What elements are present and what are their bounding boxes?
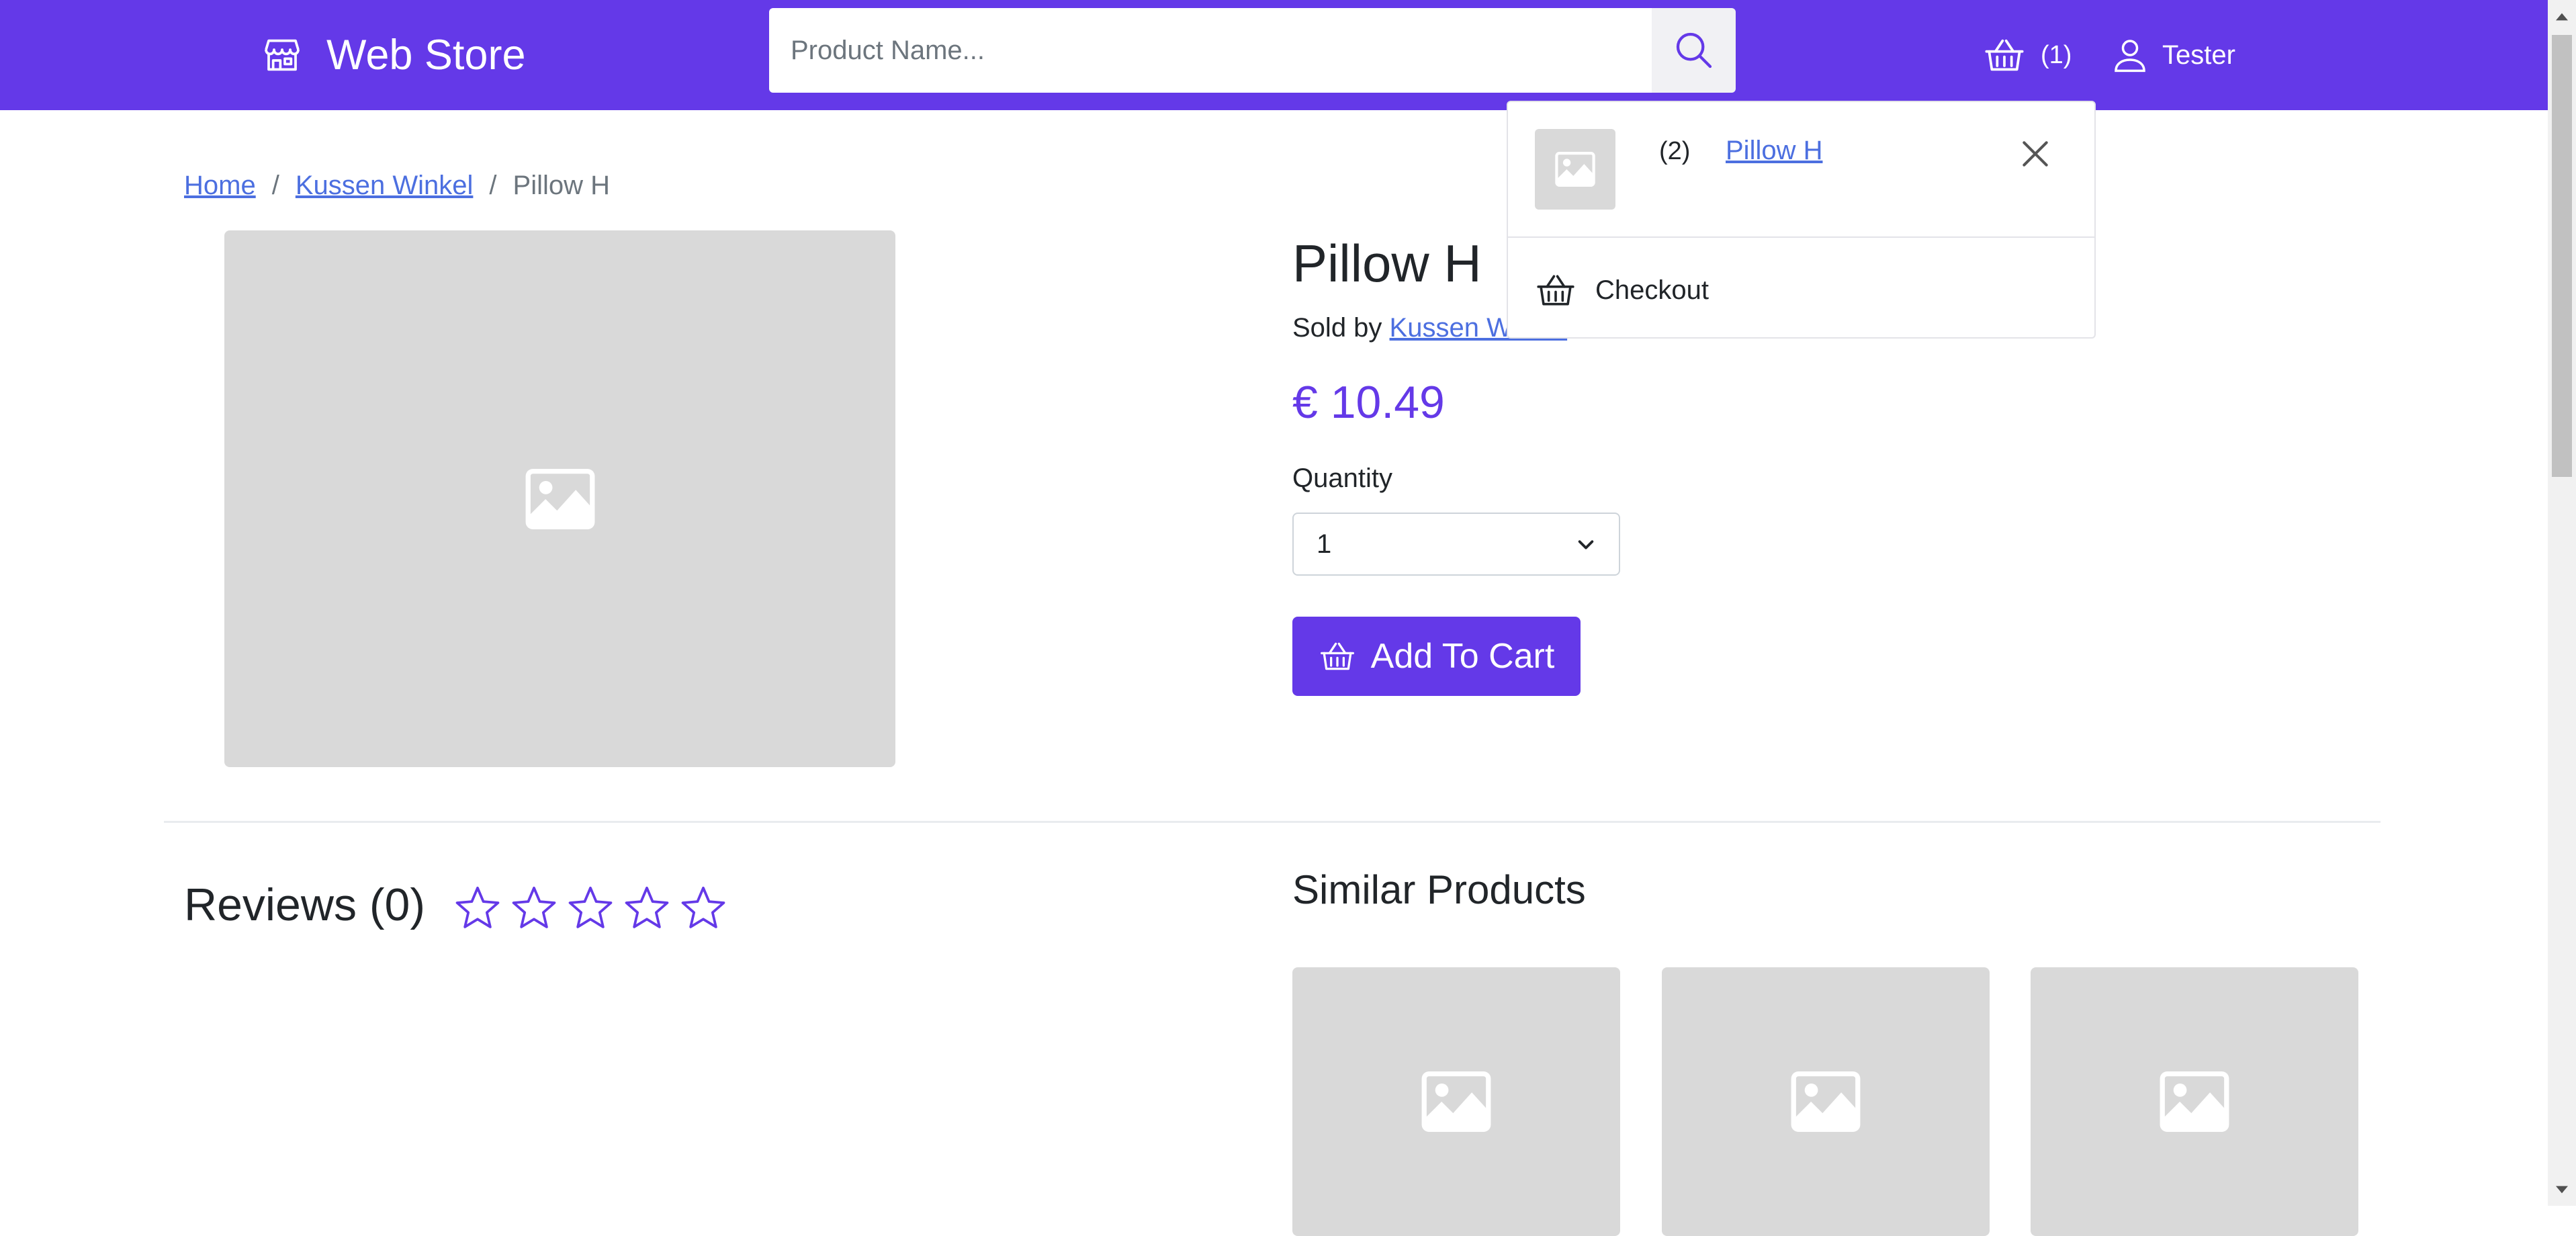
star-icon[interactable] (510, 884, 558, 931)
scroll-up-arrow[interactable] (2548, 3, 2576, 31)
similar-product-card[interactable] (1292, 967, 1620, 1236)
reviews-title: Reviews (0) (184, 879, 425, 930)
image-icon (2160, 1071, 2229, 1132)
cart-button[interactable]: (1) (1983, 32, 2072, 79)
product-price: € 10.49 (1292, 377, 1445, 428)
star-icon[interactable] (567, 884, 614, 931)
quantity-label: Quantity (1292, 464, 1392, 493)
dropdown-divider (1508, 236, 2094, 238)
breadcrumb-store-link[interactable]: Kussen Winkel (296, 171, 474, 201)
similar-product-card[interactable] (1662, 967, 1990, 1236)
close-icon[interactable] (2018, 137, 2052, 171)
cart-count: (1) (2041, 40, 2072, 69)
section-divider (164, 821, 2381, 823)
sold-by-label: Sold by (1292, 313, 1382, 343)
image-icon (1421, 1071, 1491, 1132)
star-icon[interactable] (680, 884, 727, 931)
quantity-value: 1 (1317, 529, 1332, 559)
basket-icon (1537, 275, 1574, 306)
scrollbar-thumb[interactable] (2552, 35, 2572, 477)
breadcrumb: Home / Kussen Winkel / Pillow H (184, 168, 610, 203)
product-title: Pillow H (1292, 234, 1482, 293)
breadcrumb-current: Pillow H (513, 170, 610, 200)
product-image (224, 230, 895, 767)
checkout-button[interactable]: Checkout (1535, 267, 1709, 314)
similar-product-card[interactable] (2031, 967, 2358, 1236)
image-icon (1791, 1071, 1861, 1132)
search-icon (1676, 32, 1712, 69)
cart-dropdown: (2) Pillow H Checkout (1507, 101, 2096, 339)
search-input[interactable] (769, 8, 1652, 93)
add-to-cart-button[interactable]: Add To Cart (1292, 617, 1581, 696)
triangle-down-icon (2556, 1186, 2568, 1194)
scroll-down-arrow[interactable] (2548, 1176, 2576, 1204)
image-icon (525, 468, 594, 529)
brand-link[interactable]: Web Store (261, 30, 525, 80)
navbar: Web Store (1) Tester (0, 0, 2548, 110)
add-to-cart-label: Add To Cart (1370, 637, 1555, 676)
basket-icon (1320, 642, 1354, 670)
star-icon[interactable] (454, 884, 501, 931)
search-button[interactable] (1652, 8, 1736, 93)
search-bar (769, 8, 1736, 93)
basket-icon (1985, 39, 2024, 71)
breadcrumb-separator: / (489, 170, 497, 200)
image-icon (1555, 152, 1595, 187)
similar-products-title: Similar Products (1292, 867, 1586, 912)
user-icon (2115, 40, 2145, 73)
rating-stars[interactable] (454, 884, 727, 931)
brand-name: Web Store (326, 31, 526, 79)
checkout-label: Checkout (1595, 275, 1709, 305)
user-menu[interactable]: Tester (2111, 32, 2235, 79)
chevron-down-icon (1578, 540, 1594, 549)
breadcrumb-separator: / (271, 170, 279, 200)
star-icon[interactable] (623, 884, 670, 931)
store-icon (265, 39, 300, 71)
triangle-up-icon (2556, 13, 2568, 21)
breadcrumb-home-link[interactable]: Home (184, 171, 256, 201)
user-name: Tester (2162, 40, 2235, 70)
cart-item-link[interactable]: Pillow H (1726, 136, 1822, 166)
quantity-select[interactable]: 1 (1292, 513, 1620, 576)
scrollbar[interactable] (2548, 0, 2576, 1206)
cart-item-quantity: (2) (1659, 137, 1691, 165)
cart-item-thumbnail (1535, 129, 1615, 210)
